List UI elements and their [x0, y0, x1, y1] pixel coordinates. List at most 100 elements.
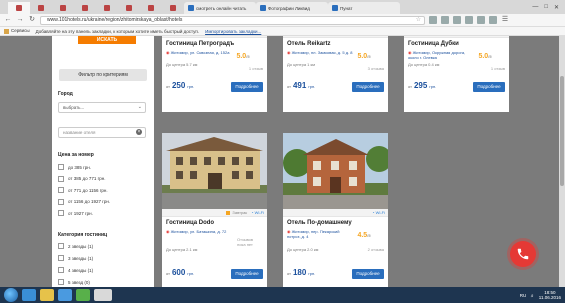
filter-criteria-button[interactable]: Фильтр по критериям: [59, 69, 147, 81]
hotel-card: ★★☆☆☆◔ Wi-Fi Гостиница Петроградъ ◉ Житоми…: [162, 36, 267, 112]
page-viewport: ИСКАТЬ Фильтр по критериям Город выбрать…: [0, 36, 565, 287]
price-option[interactable]: от 771 до 1156 грн.: [58, 187, 108, 193]
price-currency: грн.: [429, 84, 437, 89]
extension-icon[interactable]: [477, 16, 485, 24]
bookmark-star-icon[interactable]: ☆: [416, 17, 421, 24]
checkbox[interactable]: [58, 279, 64, 285]
price-option[interactable]: от 385 до 771 грн.: [58, 175, 106, 182]
browser-tab[interactable]: смотреть онлайн читать: [184, 2, 256, 14]
close-icon[interactable]: ✕: [554, 4, 559, 11]
hotel-name[interactable]: Гостиница Dodo: [166, 220, 214, 226]
volume-icon[interactable]: ♬: [530, 293, 535, 298]
import-bookmarks-link[interactable]: Импортировать закладки...: [205, 29, 261, 34]
browser-tab[interactable]: [140, 2, 162, 14]
category-option[interactable]: 4 звезды (1): [58, 267, 93, 273]
browser-tab[interactable]: Фотографии Ликвид: [256, 2, 328, 14]
extension-icon[interactable]: [489, 16, 497, 24]
price-value: 180: [292, 268, 307, 277]
hotel-card: Завтрак ◔ Wi-Fi Гостиница Dodo ◉ Житомир, у…: [162, 133, 267, 287]
scrollbar-thumb[interactable]: [560, 76, 564, 186]
hotel-price: от 295 грн.: [408, 81, 436, 90]
tab-favicon-icon: [82, 5, 88, 11]
browser-tab[interactable]: [30, 2, 52, 14]
extension-icon[interactable]: [429, 16, 437, 24]
hotel-info-strip: ★★★★☆Завтрак◔ Wi-Fi: [283, 36, 388, 38]
minimize-icon[interactable]: —: [532, 4, 538, 11]
hotel-photo[interactable]: [162, 133, 267, 209]
details-button[interactable]: Подробнее: [231, 269, 263, 279]
category-option[interactable]: 5 звезд (0): [58, 279, 90, 285]
folder-icon[interactable]: [40, 289, 54, 301]
browser-tab[interactable]: [96, 2, 118, 14]
filter-sidebar: ИСКАТЬ Фильтр по критериям Город выбрать…: [52, 36, 154, 287]
page-scrollbar[interactable]: [559, 36, 565, 287]
rating-max: 5: [368, 233, 371, 238]
url-input[interactable]: www.101hotels.ru/ukraine/region/zhitomir…: [40, 15, 425, 25]
browser-tab[interactable]: [52, 2, 74, 14]
browser-tab[interactable]: [8, 2, 30, 14]
start-button[interactable]: [4, 288, 18, 302]
hotel-photo[interactable]: [283, 133, 388, 209]
category-option[interactable]: 3 звезды (1): [58, 255, 93, 261]
hotel-card: ★★☆☆☆Завтрак◔ Wi-Fi Гостиница Дубки ◉ Жито…: [404, 36, 509, 112]
hotel-name[interactable]: Гостиница Дубки: [408, 41, 459, 47]
extension-icon[interactable]: [465, 16, 473, 24]
app-icon[interactable]: [76, 289, 90, 301]
city-select-value: выбрать...: [63, 105, 85, 110]
details-button[interactable]: Подробнее: [352, 269, 384, 279]
hotel-name[interactable]: Отель По-домашнему: [287, 220, 352, 226]
hotel-name[interactable]: Гостиница Петроградъ: [166, 41, 234, 47]
hotel-rating: 5.0/5: [477, 52, 493, 62]
ie-icon[interactable]: [22, 289, 36, 301]
hotel-reviews[interactable]: 1 отзыв: [491, 66, 505, 71]
language-indicator[interactable]: RU: [520, 293, 527, 298]
hotel-reviews[interactable]: 1 отзыв: [249, 66, 263, 71]
checkbox[interactable]: [58, 267, 64, 273]
price-option[interactable]: до 385 грн.: [58, 164, 91, 170]
hotel-address[interactable]: ◉ Житомир, ул. Баташина, д. 72: [166, 229, 232, 234]
checkbox[interactable]: [58, 198, 64, 205]
browser-tab[interactable]: [74, 2, 96, 14]
hotel-address[interactable]: ◉ Житомир, пл. Замковая, д. 5 д. 8: [287, 50, 353, 55]
checkbox[interactable]: [58, 187, 64, 193]
browser-tab[interactable]: Пунат: [328, 2, 400, 14]
hotel-address[interactable]: ◉ Житомир, ул. Сквозная, д. 152а: [166, 50, 232, 55]
price-option[interactable]: от 1927 грн.: [58, 210, 93, 216]
search-button[interactable]: ИСКАТЬ: [78, 36, 136, 44]
app-icon[interactable]: [58, 289, 72, 301]
city-select[interactable]: выбрать... ⌄: [58, 102, 146, 113]
back-icon[interactable]: ←: [4, 16, 12, 24]
browser-tab[interactable]: [162, 2, 184, 14]
checkbox[interactable]: [58, 210, 64, 216]
checkbox[interactable]: [58, 255, 64, 261]
extension-icon[interactable]: [441, 16, 449, 24]
hotel-search-input[interactable]: название отеля ×: [58, 127, 146, 138]
maximize-icon[interactable]: □: [544, 4, 548, 11]
price-option[interactable]: от 1156 до 1927 грн.: [58, 198, 110, 205]
checkbox[interactable]: [58, 175, 64, 182]
category-option[interactable]: 2 звезды (1): [58, 243, 93, 249]
details-button[interactable]: Подробнее: [473, 82, 505, 92]
details-button[interactable]: Подробнее: [231, 82, 263, 92]
hotel-reviews[interactable]: Отзывов пока нет: [233, 237, 257, 247]
reload-icon[interactable]: ↻: [28, 16, 36, 24]
apps-icon: [4, 28, 9, 34]
details-button[interactable]: Подробнее: [352, 82, 384, 92]
hotel-address[interactable]: ◉ Житомир, Окружная дорога, около г. Оле…: [408, 50, 474, 60]
hotel-name[interactable]: Отель Reikartz: [287, 41, 330, 47]
clock[interactable]: 18:50 11.06.2016: [539, 290, 561, 300]
hotel-reviews[interactable]: 2 отзыва: [368, 247, 384, 252]
chrome-icon[interactable]: [94, 289, 112, 301]
call-button[interactable]: [510, 241, 536, 267]
bookmark-services[interactable]: Сервисы: [4, 28, 30, 34]
clear-icon[interactable]: ×: [136, 129, 142, 135]
extension-icon[interactable]: [453, 16, 461, 24]
menu-icon[interactable]: ☰: [501, 16, 509, 24]
hotel-reviews[interactable]: 3 отзыва: [368, 66, 384, 71]
hotel-address[interactable]: ◉ Житомир, пер. Пекарский потрсэ, д. 4: [287, 229, 353, 239]
browser-tab[interactable]: [118, 2, 140, 14]
price-currency: грн.: [308, 271, 316, 276]
checkbox[interactable]: [58, 164, 64, 170]
checkbox[interactable]: [58, 243, 64, 249]
forward-icon[interactable]: →: [16, 16, 24, 24]
